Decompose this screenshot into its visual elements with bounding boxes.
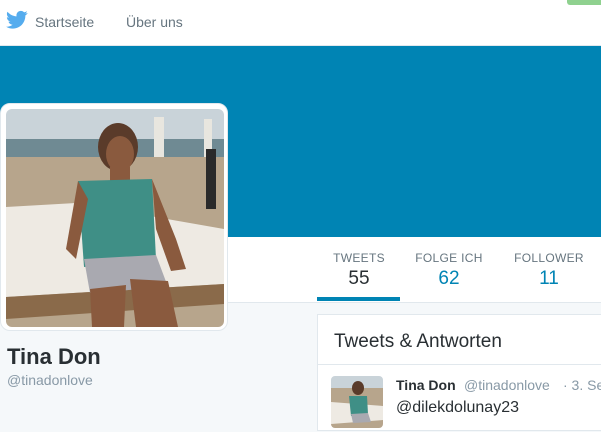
tweet-avatar[interactable] bbox=[331, 376, 383, 428]
nav-link-home[interactable]: Startseite bbox=[35, 14, 94, 30]
tweet-text: @dilekdolunay23 bbox=[396, 399, 519, 416]
timeline-title: Tweets & Antworten bbox=[334, 331, 502, 352]
tweet-date[interactable]: · 3. Sep bbox=[563, 377, 601, 393]
stat-tweets-label: TWEETS bbox=[333, 251, 385, 265]
stat-followers-value: 11 bbox=[539, 268, 559, 289]
stat-following-label: FOLGE ICH bbox=[415, 251, 483, 265]
stat-followers[interactable]: FOLLOWER 11 bbox=[508, 251, 590, 290]
nav-link-about[interactable]: Über uns bbox=[126, 14, 183, 30]
top-navigation-bar: Startseite Über uns bbox=[0, 0, 601, 46]
twitter-bird-icon[interactable] bbox=[6, 10, 28, 30]
timeline-header: Tweets & Antworten bbox=[318, 315, 601, 365]
stat-following[interactable]: FOLGE ICH 62 bbox=[408, 251, 490, 290]
profile-handle[interactable]: @tinadonlove bbox=[7, 372, 93, 388]
tweet-item[interactable]: Tina Don @tinadonlove · 3. Sep @dilekdol… bbox=[318, 366, 601, 432]
profile-name: Tina Don bbox=[7, 344, 101, 369]
timeline-panel: Tweets & Antworten Tina Don @tinadonlove… bbox=[317, 314, 601, 431]
stat-following-value: 62 bbox=[438, 268, 460, 289]
profile-photo bbox=[6, 109, 224, 327]
active-tab-indicator bbox=[317, 297, 400, 301]
profile-avatar[interactable] bbox=[0, 103, 228, 331]
tweet-author-name[interactable]: Tina Don bbox=[396, 377, 456, 393]
top-right-accent bbox=[567, 0, 601, 5]
stat-followers-label: FOLLOWER bbox=[514, 251, 584, 265]
tweet-author-handle[interactable]: @tinadonlove bbox=[464, 377, 550, 393]
stat-tweets-value: 55 bbox=[348, 268, 370, 289]
stat-tweets[interactable]: TWEETS 55 bbox=[318, 251, 400, 290]
